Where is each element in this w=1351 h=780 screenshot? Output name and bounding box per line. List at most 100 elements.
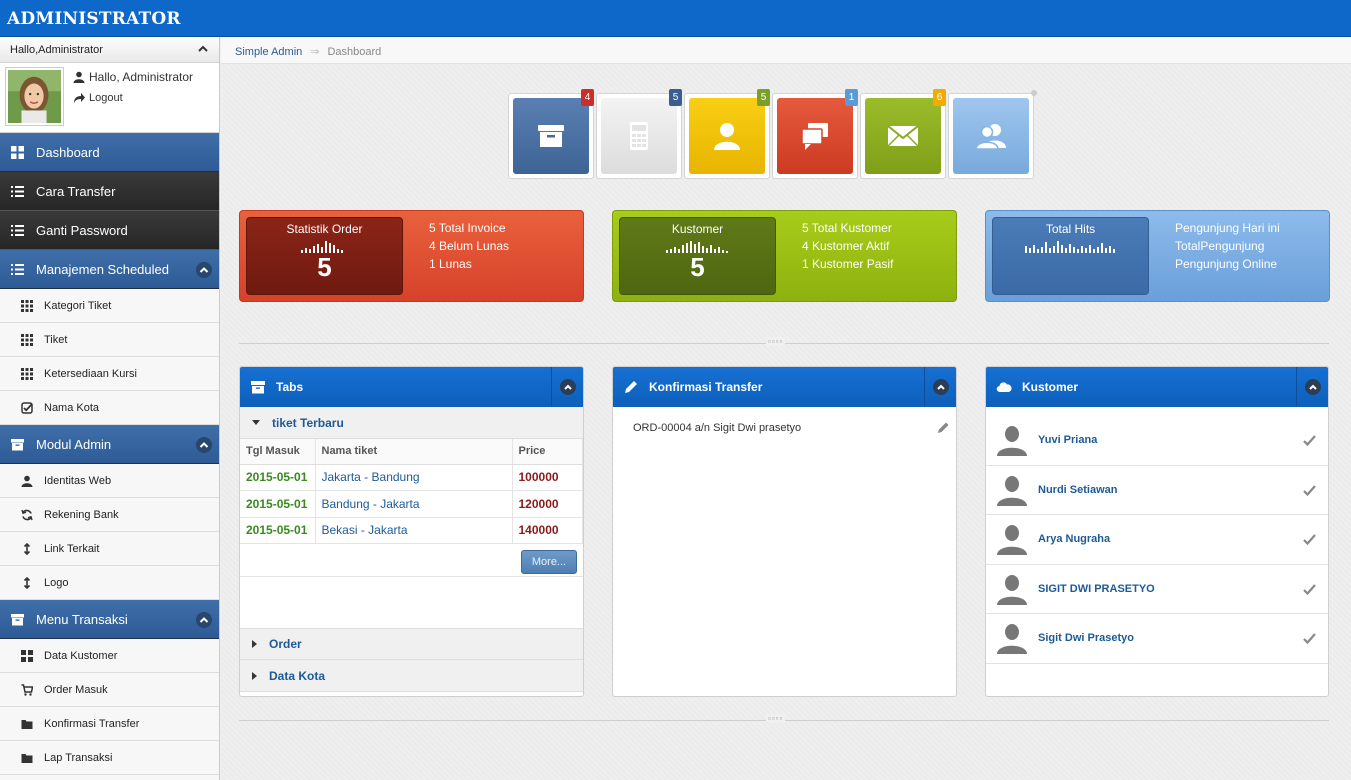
- chevron-up-icon[interactable]: [196, 612, 212, 628]
- person-silhouette-icon: [996, 622, 1028, 655]
- pencil-icon[interactable]: [937, 421, 950, 434]
- list-icon: [11, 224, 24, 236]
- stat-hits-title: Total Hits: [1045, 222, 1096, 236]
- bar-sparkline-icon: [665, 241, 728, 253]
- sidebar-item-label: Dashboard: [36, 144, 100, 160]
- shortcut-calculator[interactable]: 5: [596, 89, 682, 179]
- sidebar-item-modul-admin[interactable]: Modul Admin: [0, 425, 219, 464]
- sidebar-item-menu-transaksi[interactable]: Menu Transaksi: [0, 600, 219, 639]
- tabs-panel: Tabs tiket Terbaru Tgl Masuk Nama tiket …: [239, 366, 584, 697]
- shortcut-mail[interactable]: 6: [860, 89, 946, 179]
- sidebar-item-manajemen-scheduled[interactable]: Manajemen Scheduled: [0, 250, 219, 289]
- shortcut-archive[interactable]: 4: [508, 89, 594, 179]
- sidebar-item-konfirmasi-transfer[interactable]: Konfirmasi Transfer: [0, 707, 219, 741]
- table-cell[interactable]: Jakarta - Bandung: [315, 464, 513, 491]
- grid-icon: [21, 299, 33, 312]
- customer-name: SIGIT DWI PRASETYO: [1038, 582, 1155, 595]
- sidebar-item-label: Data Kustomer: [44, 649, 118, 662]
- stat-order-line: 1 Lunas: [429, 257, 472, 271]
- sidebar-item-dashboard[interactable]: Dashboard: [0, 133, 219, 172]
- accordion-order[interactable]: Order: [240, 628, 583, 660]
- konfirmasi-item[interactable]: ORD-00004 a/n Sigit Dwi prasetyo: [613, 407, 956, 449]
- sidebar-item-tiket[interactable]: Tiket: [0, 323, 219, 357]
- list-item[interactable]: Arya Nugraha: [986, 515, 1328, 565]
- chevron-up-icon[interactable]: [196, 437, 212, 453]
- archive-icon: [538, 125, 564, 147]
- sidebar-item-lap-transaksi[interactable]: Lap Transaksi: [0, 741, 219, 775]
- stat-hits-card: Total Hits: [992, 217, 1149, 295]
- stat-hits-line: TotalPengunjung: [1175, 239, 1265, 253]
- grid-icon: [21, 333, 33, 346]
- table-row: 2015-05-01 Bandung - Jakarta 120000: [240, 490, 583, 518]
- sidebar-item-rekening-bank[interactable]: Rekening Bank: [0, 498, 219, 532]
- resize-vertical-icon: [23, 542, 31, 555]
- sidebar-item-order-masuk[interactable]: Order Masuk: [0, 673, 219, 707]
- sidebar-item-label: Tiket: [44, 333, 68, 346]
- checkmark-icon: [1303, 484, 1316, 496]
- sidebar-item-label: Link Terkait: [44, 542, 100, 555]
- folder-icon: [21, 719, 33, 729]
- breadcrumb-root[interactable]: Simple Admin: [235, 46, 302, 58]
- greeting-text: Hallo,Administrator: [10, 44, 103, 56]
- sidebar-item-ketersediaan-kursi[interactable]: Ketersediaan Kursi: [0, 357, 219, 391]
- column-header: Tgl Masuk: [240, 439, 316, 465]
- table-cell[interactable]: Bandung - Jakarta: [315, 490, 513, 518]
- shortcut-badge: 6: [933, 89, 946, 106]
- table-cell: 2015-05-01: [240, 464, 316, 491]
- sidebar-item-label: Ketersediaan Kursi: [44, 367, 137, 380]
- panel-title: Kustomer: [1022, 380, 1079, 394]
- chevron-up-icon[interactable]: [197, 43, 209, 55]
- sidebar-item-identitas-web[interactable]: Identitas Web: [0, 464, 219, 498]
- collapse-toggle[interactable]: [1296, 367, 1328, 407]
- customer-name: Sigit Dwi Prasetyo: [1038, 632, 1134, 645]
- sidebar-item-logo[interactable]: Logo: [0, 566, 219, 600]
- sidebar-item-data-kustomer[interactable]: Data Kustomer: [0, 639, 219, 673]
- sidebar-item-link-terkait[interactable]: Link Terkait: [0, 532, 219, 566]
- table-row: 2015-05-01 Bekasi - Jakarta 140000: [240, 517, 583, 544]
- stat-kustomer-line: 5 Total Kustomer: [802, 221, 892, 235]
- list-item[interactable]: Nurdi Setiawan: [986, 466, 1328, 515]
- logout-link[interactable]: Logout: [73, 90, 193, 106]
- stat-order-box[interactable]: Statistik Order 5 5 Total Invoice 4 Belu…: [239, 210, 584, 302]
- panel-title: Tabs: [276, 380, 304, 394]
- column-header: Price: [512, 439, 583, 465]
- logout-label: Logout: [89, 92, 123, 104]
- shortcut-badge: 1: [845, 89, 858, 106]
- stat-hits-line: Pengunjung Online: [1175, 257, 1278, 271]
- accordion-tiket-terbaru[interactable]: tiket Terbaru: [240, 407, 583, 439]
- kustomer-panel: Kustomer Yuvi Priana Nurdi Setiawan Arya…: [985, 366, 1329, 697]
- stat-hits-box[interactable]: Total Hits Pengunjung Hari ini TotalPeng…: [985, 210, 1330, 302]
- sidebar-item-cara-transfer[interactable]: Cara Transfer: [0, 172, 219, 211]
- table-cell[interactable]: Bekasi - Jakarta: [315, 517, 513, 544]
- stat-kustomer-line: 1 Kustomer Pasif: [802, 257, 894, 271]
- shortcut-badge: 5: [757, 89, 770, 106]
- stat-order-line: 5 Total Invoice: [429, 221, 506, 235]
- pencil-icon: [625, 381, 637, 393]
- shortcut-user[interactable]: 5: [684, 89, 770, 179]
- sidebar-item-nama-kota[interactable]: Nama Kota: [0, 391, 219, 425]
- collapse-toggle[interactable]: [551, 367, 583, 407]
- brand-title[interactable]: ADMINISTRATOR: [7, 9, 181, 29]
- sidebar-item-ganti-password[interactable]: Ganti Password: [0, 211, 219, 250]
- list-icon: [11, 263, 24, 275]
- users-icon: [975, 124, 1006, 150]
- sidebar-item-kategori-tiket[interactable]: Kategori Tiket: [0, 289, 219, 323]
- list-item[interactable]: SIGIT DWI PRASETYO: [986, 565, 1328, 614]
- user-header[interactable]: Hallo,Administrator: [0, 37, 219, 63]
- tickets-table: Tgl Masuk Nama tiket Price 2015-05-01 Ja…: [240, 439, 583, 544]
- shortcut-users[interactable]: [948, 90, 1037, 179]
- stat-order-title: Statistik Order: [286, 222, 363, 236]
- grid-icon: [21, 649, 33, 662]
- user-box: Hallo, Administrator Logout: [0, 63, 219, 133]
- more-button[interactable]: More...: [521, 550, 577, 574]
- list-item[interactable]: Sigit Dwi Prasetyo: [986, 614, 1328, 664]
- chevron-up-icon[interactable]: [196, 262, 212, 278]
- list-item[interactable]: Yuvi Priana: [986, 416, 1328, 466]
- stat-kustomer-box[interactable]: Kustomer 5 5 Total Kustomer 4 Kustomer A…: [612, 210, 957, 302]
- sidebar-item-label: Ganti Password: [36, 222, 128, 238]
- accordion-data-kota[interactable]: Data Kota: [240, 660, 583, 692]
- person-silhouette-icon: [996, 473, 1028, 506]
- table-cell: 120000: [512, 490, 583, 518]
- shortcut-chat[interactable]: 1: [772, 89, 858, 179]
- collapse-toggle[interactable]: [924, 367, 956, 407]
